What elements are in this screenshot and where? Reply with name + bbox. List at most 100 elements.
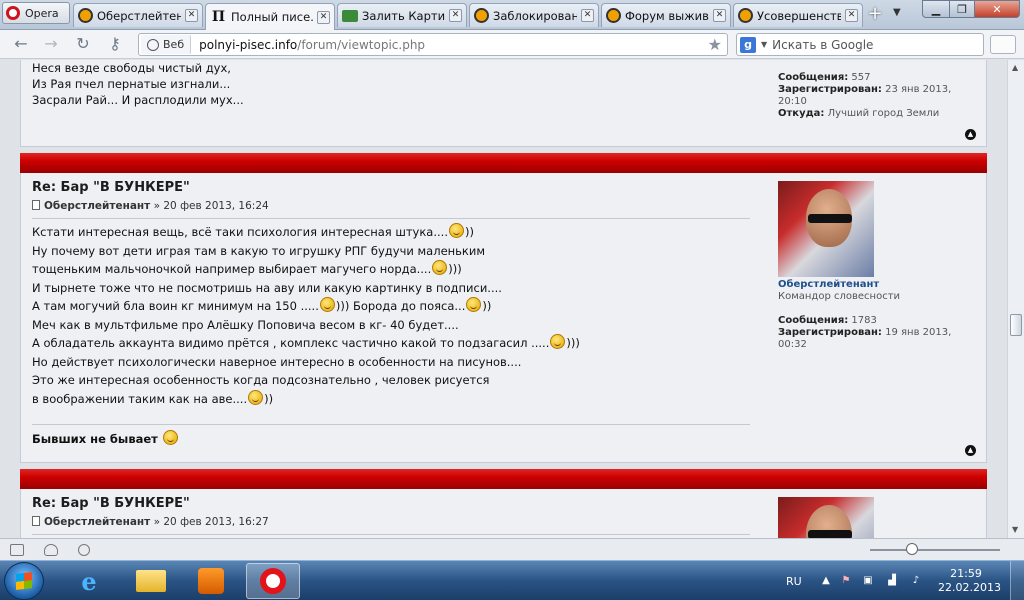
window-minimize-icon[interactable]: ▁ bbox=[922, 0, 950, 18]
smile-icon bbox=[162, 430, 178, 445]
post-meta: Оберстлейтенант » 20 фев 2013, 16:24 bbox=[32, 200, 269, 212]
reload-icon[interactable]: ↻ bbox=[72, 34, 94, 54]
language-indicator[interactable]: RU bbox=[786, 561, 802, 600]
post-line: тощеньким мальчоночкой например выбирает… bbox=[32, 260, 462, 276]
tab-3[interactable]: Залить Картин… ✕ bbox=[337, 3, 467, 27]
tab-close-icon[interactable]: ✕ bbox=[581, 9, 594, 22]
window-maximize-icon[interactable]: ❐ bbox=[949, 0, 975, 18]
post-line: Из Рая пчел пернатые изгнали... bbox=[32, 77, 231, 91]
zoom-slider-track[interactable] bbox=[870, 549, 1000, 551]
tab-4[interactable]: Заблокирован… ✕ bbox=[469, 3, 599, 27]
avatar[interactable] bbox=[778, 181, 874, 277]
forum-favicon-icon bbox=[474, 8, 489, 23]
taskbar-media-player[interactable] bbox=[184, 563, 238, 599]
taskbar-explorer[interactable] bbox=[124, 563, 178, 599]
tab-close-icon[interactable]: ✕ bbox=[317, 10, 330, 24]
tab-2-active[interactable]: П Полный писе… ✕ bbox=[205, 3, 335, 30]
post: Re: Бар "В БУНКЕРЕ" Оберстлейтенант » 20… bbox=[20, 173, 987, 463]
post-meta: Оберстлейтенант » 20 фев 2013, 16:27 bbox=[32, 516, 269, 528]
tab-title: Залить Картин… bbox=[362, 8, 445, 23]
post-line: Но действует психологически наверное инт… bbox=[32, 354, 522, 369]
post-line: Кстати интересная вещь, всё таки психоло… bbox=[32, 223, 474, 239]
address-badge-label: Веб bbox=[163, 38, 185, 51]
new-tab-plus-icon[interactable]: + bbox=[864, 5, 886, 25]
tab-close-icon[interactable]: ✕ bbox=[185, 9, 198, 22]
tab-title: Оберстлейтен… bbox=[97, 8, 181, 23]
network-signal-icon[interactable]: ▟ bbox=[886, 575, 898, 587]
system-clock[interactable]: 21:59 22.02.2013 bbox=[938, 567, 1001, 595]
tab-6[interactable]: Усовершенств… ✕ bbox=[733, 3, 863, 27]
tab-1[interactable]: Оберстлейтен… ✕ bbox=[73, 3, 203, 27]
scroll-thumb[interactable] bbox=[1010, 314, 1022, 336]
post-date: » 20 фев 2013, 16:24 bbox=[150, 200, 269, 212]
volume-icon[interactable]: ♪ bbox=[910, 575, 922, 587]
post-doc-icon[interactable] bbox=[32, 516, 40, 526]
key-icon[interactable]: ⚷ bbox=[104, 34, 126, 54]
back-to-top-icon[interactable]: ▲ bbox=[965, 445, 976, 456]
post-signature: Бывших не бывает bbox=[32, 430, 179, 446]
bookmark-star-icon[interactable]: ★ bbox=[708, 35, 722, 54]
scroll-up-icon[interactable]: ▲ bbox=[1012, 63, 1018, 72]
show-desktop-button[interactable] bbox=[1010, 561, 1024, 600]
url-host: polnyi-pisec.info bbox=[199, 37, 298, 52]
search-field[interactable]: g ▼ Искать в Google bbox=[736, 33, 984, 56]
tab-list-chevron-icon[interactable]: ▼ bbox=[893, 7, 901, 18]
image-favicon-icon bbox=[342, 9, 358, 22]
forum-favicon-icon bbox=[738, 8, 753, 23]
speed-dial-icon[interactable] bbox=[78, 544, 90, 556]
tab-5[interactable]: Форум выжив… ✕ bbox=[601, 3, 731, 27]
tab-close-icon[interactable]: ✕ bbox=[449, 9, 462, 22]
post-author[interactable]: Оберстлейтенант bbox=[44, 200, 150, 212]
cloud-icon[interactable] bbox=[44, 544, 58, 556]
start-button[interactable] bbox=[4, 562, 44, 600]
messages-value: 1783 bbox=[851, 315, 877, 326]
smile-icon bbox=[550, 334, 566, 349]
post-line: А там могучий бла воин кг минимум на 150… bbox=[32, 297, 492, 313]
post-title[interactable]: Re: Бар "В БУНКЕРЕ" bbox=[32, 496, 190, 511]
device-icon[interactable]: ▣ bbox=[862, 575, 874, 587]
post-body: Кстати интересная вещь, всё таки психоло… bbox=[32, 223, 580, 408]
tray-expand-icon[interactable]: ▲ bbox=[820, 575, 832, 587]
back-to-top-icon[interactable]: ▲ bbox=[965, 129, 976, 140]
tab-close-icon[interactable]: ✕ bbox=[713, 9, 726, 22]
registered-label: Зарегистрирован: bbox=[778, 327, 882, 338]
post-author[interactable]: Оберстлейтенант bbox=[44, 516, 150, 528]
avatar[interactable] bbox=[778, 497, 874, 538]
post-line: А обладатель аккаунта видимо прётся , ко… bbox=[32, 334, 580, 350]
folder-icon bbox=[136, 570, 166, 592]
window-close-icon[interactable]: ✕ bbox=[974, 0, 1020, 18]
address-url[interactable]: polnyi-pisec.info/forum/viewtopic.php bbox=[191, 38, 425, 52]
search-engine-chevron-icon[interactable]: ▼ bbox=[761, 40, 767, 49]
web-security-badge[interactable]: Веб bbox=[141, 35, 192, 54]
opera-logo-icon bbox=[6, 6, 20, 20]
profile-username[interactable]: Оберстлейтенант bbox=[778, 279, 968, 291]
bookmarks-panel-button[interactable] bbox=[990, 35, 1016, 54]
internet-explorer-icon: e bbox=[81, 566, 97, 596]
tab-close-icon[interactable]: ✕ bbox=[845, 9, 858, 22]
taskbar-opera[interactable] bbox=[246, 563, 300, 599]
from-value: Лучший город Земли bbox=[827, 108, 940, 119]
smile-icon bbox=[432, 260, 448, 275]
back-arrow-icon[interactable]: ← bbox=[10, 34, 32, 54]
forum-favicon-icon bbox=[606, 8, 621, 23]
messages-value: 557 bbox=[851, 72, 871, 83]
author-profile: Сообщения: 557 Зарегистрирован: 23 янв 2… bbox=[778, 72, 968, 120]
panel-toggle-icon[interactable] bbox=[10, 544, 24, 556]
post-line: Ну почему вот дети играя там в какую то … bbox=[32, 243, 486, 258]
post-title[interactable]: Re: Бар "В БУНКЕРЕ" bbox=[32, 180, 190, 195]
navigation-bar: ← → ↻ ⚷ Веб polnyi-pisec.info/forum/view… bbox=[0, 30, 1024, 59]
forum-favicon-icon bbox=[78, 8, 93, 23]
zoom-slider-knob[interactable] bbox=[906, 543, 918, 555]
forward-arrow-icon[interactable]: → bbox=[40, 34, 62, 54]
opera-menu-button[interactable]: Opera bbox=[2, 2, 70, 24]
action-center-flag-icon[interactable]: ⚑ bbox=[840, 575, 852, 587]
search-placeholder: Искать в Google bbox=[772, 37, 874, 52]
post-separator-bar bbox=[20, 153, 987, 173]
tab-title: Форум выжив… bbox=[625, 8, 709, 23]
vertical-scrollbar[interactable]: ▲ ▼ bbox=[1007, 60, 1024, 538]
taskbar-internet-explorer[interactable]: e bbox=[62, 563, 116, 599]
scroll-down-icon[interactable]: ▼ bbox=[1012, 525, 1018, 534]
post-doc-icon[interactable] bbox=[32, 200, 40, 210]
address-bar[interactable]: Веб polnyi-pisec.info/forum/viewtopic.ph… bbox=[138, 33, 728, 56]
tab-bar: Opera Оберстлейтен… ✕ П Полный писе… ✕ З… bbox=[0, 0, 1024, 30]
